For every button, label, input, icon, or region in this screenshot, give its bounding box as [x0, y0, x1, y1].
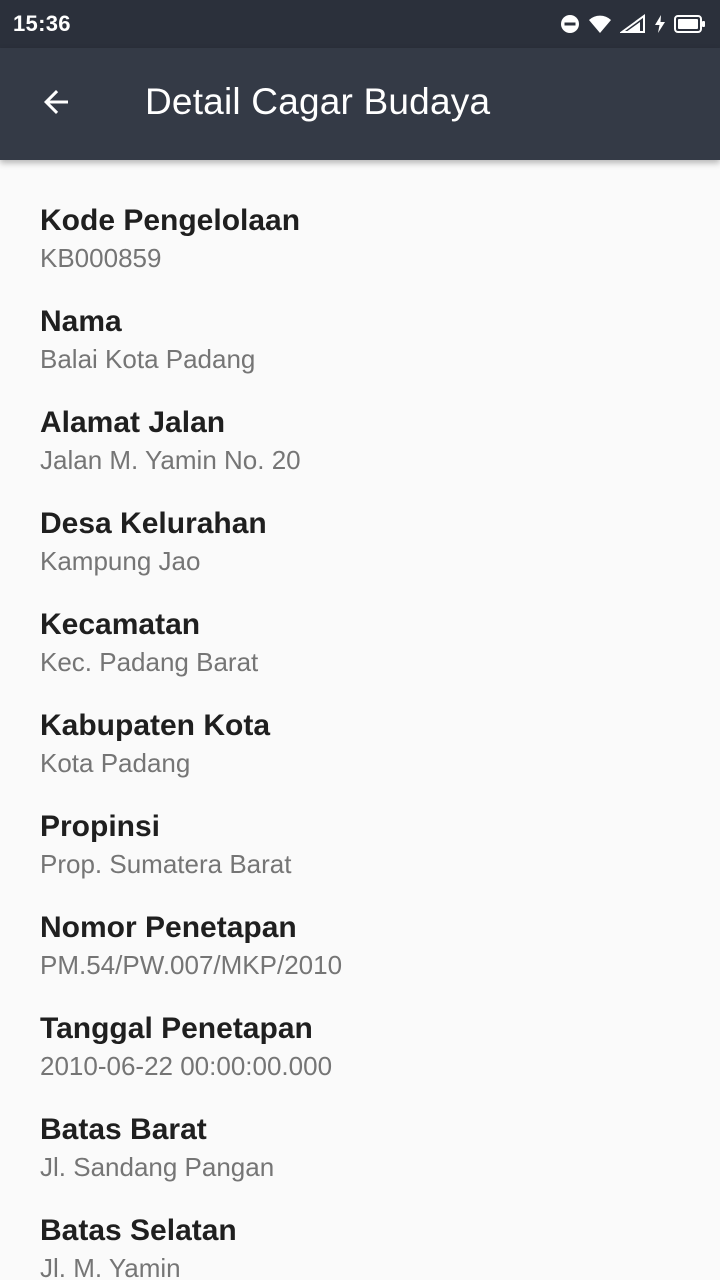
field-label: Kecamatan [40, 608, 201, 641]
field-label: Nomor Penetapan [40, 911, 297, 944]
field-value: Kec. Padang Barat [40, 647, 259, 677]
page-title: Detail Cagar Budaya [145, 81, 491, 122]
status-time: 15:36 [13, 11, 71, 36]
field-kecamatan: Kecamatan Kec. Padang Barat [40, 608, 680, 678]
field-label: Alamat Jalan [40, 406, 226, 439]
field-desa-kelurahan: Desa Kelurahan Kampung Jao [40, 507, 680, 577]
field-batas-selatan: Batas Selatan Jl. M. Yamin [40, 1214, 680, 1280]
field-value: 2010-06-22 00:00:00.000 [40, 1051, 333, 1081]
field-label: Kabupaten Kota [40, 709, 271, 742]
dnd-icon [560, 14, 580, 34]
app-bar: Detail Cagar Budaya [0, 48, 720, 160]
field-label: Kode Pengelolaan [40, 204, 301, 237]
signal-icon [620, 14, 646, 34]
field-value: Kampung Jao [40, 546, 201, 576]
field-value: Balai Kota Padang [40, 344, 256, 374]
field-kabupaten-kota: Kabupaten Kota Kota Padang [40, 709, 680, 779]
field-value: Kota Padang [40, 748, 191, 778]
field-kode-pengelolaan: Kode Pengelolaan KB000859 [40, 204, 680, 274]
field-batas-barat: Batas Barat Jl. Sandang Pangan [40, 1113, 680, 1183]
back-button[interactable] [24, 72, 88, 136]
field-label: Batas Barat [40, 1113, 207, 1146]
field-label: Desa Kelurahan [40, 507, 267, 540]
field-nama: Nama Balai Kota Padang [40, 305, 680, 375]
field-value: KB000859 [40, 243, 162, 273]
field-propinsi: Propinsi Prop. Sumatera Barat [40, 810, 680, 880]
field-value: Jalan M. Yamin No. 20 [40, 445, 301, 475]
field-label: Propinsi [40, 810, 161, 843]
field-label: Nama [40, 305, 122, 338]
field-value: Jl. Sandang Pangan [40, 1152, 275, 1182]
field-alamat-jalan: Alamat Jalan Jalan M. Yamin No. 20 [40, 406, 680, 476]
field-value: PM.54/PW.007/MKP/2010 [40, 950, 343, 980]
field-label: Tanggal Penetapan [40, 1012, 313, 1045]
field-value: Jl. M. Yamin [40, 1253, 181, 1280]
status-bar: 15:36 [0, 0, 720, 48]
field-value: Prop. Sumatera Barat [40, 849, 292, 879]
wifi-icon [588, 14, 612, 34]
field-label: Batas Selatan [40, 1214, 237, 1247]
field-nomor-penetapan: Nomor Penetapan PM.54/PW.007/MKP/2010 [40, 911, 680, 981]
charging-icon [654, 14, 666, 34]
battery-icon [674, 14, 706, 34]
arrow-back-icon [38, 84, 74, 125]
status-icons [560, 12, 706, 36]
detail-list[interactable]: Kode Pengelolaan KB000859 Nama Balai Kot… [0, 160, 720, 1280]
field-tanggal-penetapan: Tanggal Penetapan 2010-06-22 00:00:00.00… [40, 1012, 680, 1082]
